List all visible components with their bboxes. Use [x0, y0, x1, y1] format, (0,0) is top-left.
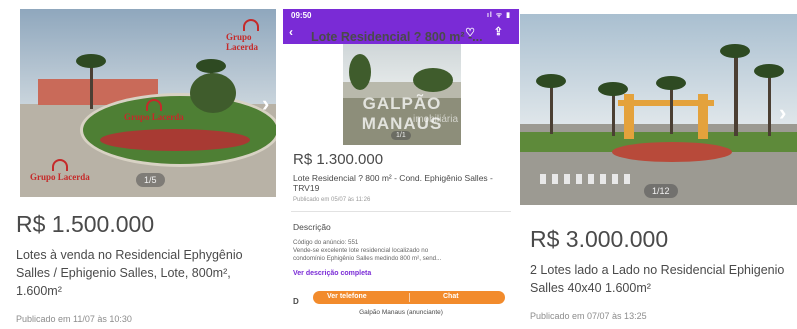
chat-button[interactable]: Chat — [443, 293, 459, 300]
palm-tree — [656, 76, 686, 134]
button-separator — [409, 293, 410, 302]
description-text: Código do anúncio: 551 Vende-se excelent… — [293, 239, 509, 263]
brand-logo-watermark: Grupo Lacerda — [124, 99, 184, 122]
tree — [413, 68, 453, 92]
photo-crosswalk — [540, 174, 630, 184]
listing-title[interactable]: 2 Lotes lado a Lado no Residencial Ephig… — [530, 261, 792, 297]
listing-photo[interactable]: 1/12 › — [520, 14, 797, 205]
truncated-section-heading: D — [293, 297, 299, 306]
description-heading: Descrição — [293, 222, 331, 232]
gate-post — [624, 94, 634, 139]
logo-text: Grupo Lacerda — [226, 32, 258, 52]
chevron-right-icon[interactable]: › — [262, 93, 269, 115]
tree — [190, 73, 236, 113]
logo-mark-icon — [243, 19, 259, 31]
palm-tree — [598, 82, 628, 136]
photo-counter: 1/5 — [136, 173, 165, 187]
palm-tree — [536, 74, 566, 134]
app-bar: ‹ Lote Residencial ? 800 m² -... ♡ ⇪ — [283, 22, 519, 44]
listing-card-3[interactable]: 1/12 › R$ 3.000.000 2 Lotes lado a Lado … — [520, 0, 797, 329]
photo-counter: 1/1 — [391, 131, 411, 140]
photo-flowerbed — [100, 129, 250, 151]
tree — [349, 54, 371, 90]
photo-plaza — [612, 142, 732, 162]
watermark-subtext: imobiliária — [413, 114, 459, 125]
share-icon[interactable]: ⇪ — [494, 25, 503, 38]
brand-logo: Grupo Lacerda — [226, 19, 276, 52]
see-full-description-link[interactable]: Ver descrição completa — [293, 270, 371, 277]
view-phone-button[interactable]: Ver telefone — [327, 293, 367, 300]
listing-photo[interactable]: Grupo Lacerda Grupo Lacerda Grupo Lacerd… — [20, 9, 276, 197]
published-date: Publicado em 05/07 às 11:26 — [293, 197, 371, 203]
logo-mark-icon — [145, 99, 162, 111]
photo-entrance-gate — [618, 94, 714, 139]
phone-screen: 09:50 ıl ᯤ ▮ ‹ Lote Residencial ? 800 m²… — [283, 9, 519, 329]
logo-mark-icon — [51, 159, 68, 171]
brand-logo-watermark: Grupo Lacerda — [30, 159, 90, 182]
description-line: condomínio Ephigênio Salles medindo 800 … — [293, 255, 442, 262]
palm-tree — [720, 44, 750, 136]
status-bar: 09:50 ıl ᯤ ▮ — [283, 9, 519, 22]
listing-card-1[interactable]: Grupo Lacerda Grupo Lacerda Grupo Lacerd… — [6, 0, 276, 329]
heart-icon[interactable]: ♡ — [465, 26, 475, 39]
status-time: 09:50 — [291, 11, 312, 20]
listing-card-2[interactable]: 09:50 ıl ᯤ ▮ ‹ Lote Residencial ? 800 m²… — [283, 0, 519, 329]
listing-title: Lote Residencial ? 800 m² - Cond. Ephigê… — [293, 173, 493, 193]
logo-text: Grupo Lacerda — [30, 172, 90, 182]
palm-tree — [76, 54, 106, 109]
listing-price: R$ 1.500.000 — [16, 211, 155, 237]
description-line: Código do anúncio: 551 — [293, 239, 359, 246]
palm-tree — [754, 64, 784, 136]
listing-title[interactable]: Lotes à venda no Residencial Ephygênio S… — [16, 246, 268, 300]
gate-post — [698, 94, 708, 139]
photo-counter: 1/12 — [644, 184, 678, 198]
advertiser-name: Galpão Manaus (anunciante) — [359, 309, 443, 316]
arrow-left-icon[interactable]: ‹ — [289, 26, 293, 38]
published-date: Publicado em 11/07 às 10:30 — [16, 314, 132, 324]
chevron-right-icon[interactable]: › — [779, 102, 786, 124]
listing-price: R$ 3.000.000 — [530, 226, 669, 252]
logo-text: Grupo Lacerda — [124, 112, 184, 122]
divider — [291, 211, 511, 212]
listing-photo[interactable]: GALPÃO MANAUS imobiliária 1/1 — [343, 44, 461, 145]
contact-buttons-bar: Ver telefone Chat — [313, 291, 505, 304]
listing-price: R$ 1.300.000 — [293, 151, 384, 168]
published-date: Publicado em 07/07 às 13:25 — [530, 311, 647, 321]
signal-wifi-battery-icon: ıl ᯤ ▮ — [486, 12, 511, 19]
description-line: Vende-se excelente lote residencial loca… — [293, 247, 429, 254]
